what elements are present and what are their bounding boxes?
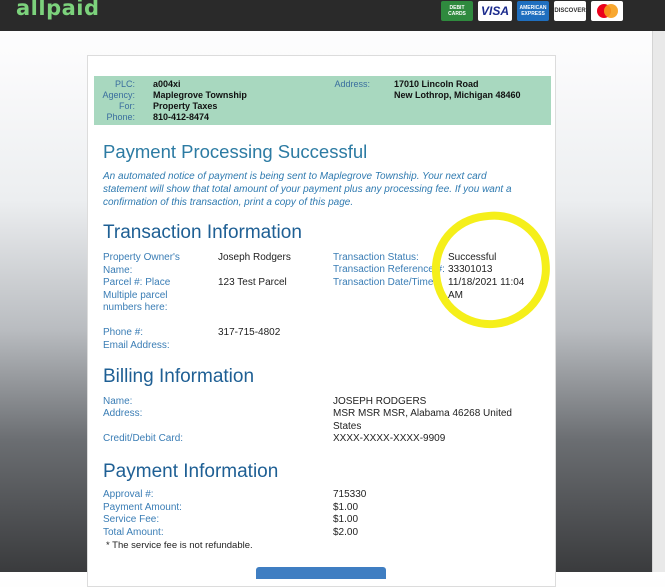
payment-heading: Payment Information: [103, 461, 279, 482]
address-line1: 17010 Lincoln Road: [394, 79, 479, 89]
approval-label: Approval #:: [103, 489, 154, 500]
card-value: XXXX-XXXX-XXXX-9909: [333, 433, 446, 444]
status-label: Transaction Status:: [333, 252, 419, 263]
notice-text: An automated notice of payment is being …: [103, 171, 512, 208]
owner-label: Property Owner's Name:: [103, 252, 180, 276]
address-label: Address:: [334, 79, 370, 89]
parcel-label: Parcel #: Place Multiple parcel numbers …: [103, 277, 171, 313]
parcel-value: 123 Test Parcel: [218, 277, 287, 288]
debit-card-icon: DEBIT CARDS: [441, 1, 473, 21]
allpaid-logo[interactable]: allpaid: [16, 0, 100, 20]
visa-icon: VISA: [478, 1, 512, 21]
top-bar: allpaid DEBIT CARDS VISA AMERICAN EXPRES…: [0, 0, 665, 31]
card-label: Credit/Debit Card:: [103, 433, 184, 444]
billing-address-value: MSR MSR MSR, Alabama 46268 United States: [333, 408, 512, 432]
agency-label: Agency:: [102, 90, 135, 100]
phone-value: 317-715-4802: [218, 327, 281, 338]
mastercard-icon: [591, 1, 623, 21]
phone-label: Phone:: [106, 112, 135, 122]
date-label: Transaction Date/Time:: [333, 277, 437, 288]
phone-label: Phone #:: [103, 327, 144, 338]
plc-label: PLC:: [114, 79, 135, 89]
total-label: Total Amount:: [103, 527, 164, 538]
for-label: For:: [118, 101, 135, 111]
amount-value: $1.00: [333, 502, 359, 513]
amex-icon: AMERICAN EXPRESS: [517, 1, 549, 21]
billing-address-label: Address:: [103, 408, 143, 419]
plc-value: a004xi: [153, 79, 181, 89]
billing-heading: Billing Information: [103, 366, 255, 387]
agency-info-band: PLC: a004xi Agency: Maplegrove Township …: [94, 76, 551, 125]
fee-label: Service Fee:: [103, 514, 160, 525]
fee-value: $1.00: [333, 514, 359, 525]
approval-value: 715330: [333, 489, 367, 500]
discover-icon: DISCOVER: [554, 1, 586, 21]
amount-label: Payment Amount:: [103, 502, 182, 513]
email-label: Email Address:: [103, 340, 170, 351]
page-scrollbar[interactable]: [652, 31, 665, 572]
owner-value: Joseph Rodgers: [218, 252, 291, 263]
for-value: Property Taxes: [153, 101, 218, 111]
agency-value: Maplegrove Township: [153, 90, 247, 100]
fee-note: * The service fee is not refundable.: [106, 540, 253, 551]
billing-name-label: Name:: [103, 396, 133, 407]
accepted-cards: DEBIT CARDS VISA AMERICAN EXPRESS DISCOV…: [441, 1, 623, 21]
page-title: Payment Processing Successful: [103, 141, 368, 162]
address-line2: New Lothrop, Michigan 48460: [394, 90, 521, 100]
billing-name-value: JOSEPH RODGERS: [333, 396, 427, 407]
reference-label: Transaction Reference #:: [333, 264, 445, 275]
print-button[interactable]: [256, 567, 386, 579]
phone-value: 810-412-8474: [153, 112, 210, 122]
transaction-heading: Transaction Information: [103, 222, 302, 243]
total-value: $2.00: [333, 527, 359, 538]
